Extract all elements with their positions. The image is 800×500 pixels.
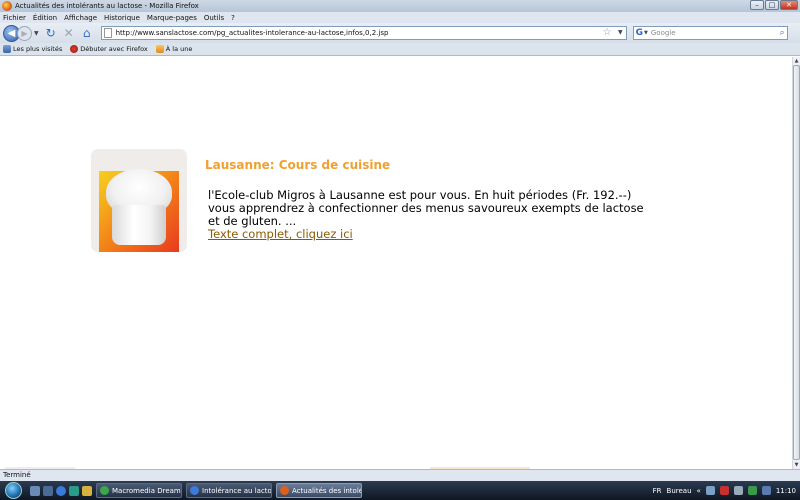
windows-logo-icon <box>4 482 22 499</box>
menu-file[interactable]: Fichier <box>3 14 26 22</box>
task-label: Intolérance au lacto... <box>202 486 272 495</box>
switch-windows-icon[interactable] <box>43 485 53 496</box>
language-indicator[interactable]: FR <box>653 487 662 495</box>
task-label: Macromedia Dream... <box>112 486 182 495</box>
task-intolerance[interactable]: Intolérance au lacto... <box>186 483 272 498</box>
google-icon[interactable]: G <box>636 28 643 38</box>
chef-hat-band <box>112 205 166 245</box>
task-firefox[interactable]: Actualités des intolé... <box>276 483 362 498</box>
bookmark-getting-started[interactable]: Débuter avec Firefox <box>70 45 148 53</box>
menu-tools[interactable]: Outils <box>204 14 224 22</box>
firefox-icon <box>280 486 289 495</box>
windows-taskbar: Macromedia Dream... Intolérance au lacto… <box>0 481 800 500</box>
stop-icon[interactable]: ✕ <box>61 25 77 41</box>
status-bar: Terminé <box>0 469 800 481</box>
search-box[interactable]: G ▼ Google ⌕ <box>632 26 788 40</box>
menu-edit[interactable]: Édition <box>33 14 57 22</box>
reload-icon[interactable]: ↻ <box>43 25 59 41</box>
task-label: Actualités des intolé... <box>292 486 362 495</box>
scroll-up-icon[interactable]: ▲ <box>793 57 800 65</box>
task-dreamweaver[interactable]: Macromedia Dream... <box>96 483 182 498</box>
arrow-right-icon: ▶ <box>21 28 28 38</box>
search-placeholder[interactable]: Google <box>651 29 676 37</box>
menu-view[interactable]: Affichage <box>64 14 97 22</box>
menu-bar: Fichier Édition Affichage Historique Mar… <box>0 12 800 23</box>
sidebar-icon[interactable] <box>761 486 771 495</box>
window-title: Actualités des intolérants au lactose - … <box>15 2 199 10</box>
quick-launch <box>30 485 92 496</box>
tray-expand-icon[interactable]: « <box>697 487 701 495</box>
forward-button[interactable]: ▶ <box>17 25 32 41</box>
url-bar[interactable]: http://www.sanslactose.com/pg_actualites… <box>100 26 627 40</box>
security-alert-icon[interactable] <box>719 486 729 495</box>
maximize-button[interactable]: □ <box>765 0 779 10</box>
arrow-left-icon: ◀ <box>7 27 16 39</box>
desktop-toolbar-label[interactable]: Bureau <box>667 487 692 495</box>
menu-bookmarks[interactable]: Marque-pages <box>147 14 197 22</box>
navigation-toolbar: ◀ ▶ ▼ ↻ ✕ ⌂ http://www.sanslactose.com/p… <box>0 23 800 43</box>
bookmark-label: À la une <box>165 45 193 53</box>
article-body: l'Ecole-club Migros à Lausanne est pour … <box>208 188 644 228</box>
bookmark-star-icon[interactable]: ☆ <box>603 27 612 39</box>
close-button[interactable]: ✕ <box>780 0 798 10</box>
url-dropdown-icon[interactable]: ▼ <box>618 27 623 39</box>
minimize-button[interactable]: – <box>750 0 764 10</box>
volume-icon[interactable] <box>733 486 743 495</box>
folder-icon[interactable] <box>82 485 92 496</box>
menu-history[interactable]: Historique <box>104 14 140 22</box>
home-icon[interactable]: ⌂ <box>79 25 95 41</box>
bookmark-label: Débuter avec Firefox <box>80 45 148 53</box>
internet-explorer-icon[interactable] <box>56 485 66 496</box>
rss-feed-icon <box>155 45 164 53</box>
system-tray: FR Bureau « 11:10 <box>653 481 800 500</box>
dreamweaver-icon <box>100 486 109 495</box>
page-content: Lausanne: Cours de cuisine l'Ecole-club … <box>0 57 792 469</box>
firefox-start-icon <box>70 45 79 53</box>
bookmark-headlines[interactable]: À la une <box>155 45 193 53</box>
scrollbar-thumb[interactable] <box>793 65 800 460</box>
firefox-icon <box>2 1 12 11</box>
menu-help[interactable]: ? <box>231 14 235 22</box>
show-desktop-icon[interactable] <box>30 485 40 496</box>
bookmark-label: Les plus visités <box>13 45 63 53</box>
search-engine-dropdown-icon[interactable]: ▼ <box>644 30 648 36</box>
window-titlebar: Actualités des intolérants au lactose - … <box>0 0 800 12</box>
url-text[interactable]: http://www.sanslactose.com/pg_actualites… <box>116 29 389 37</box>
article-title: Lausanne: Cours de cuisine <box>205 158 391 172</box>
app-tray-icon[interactable] <box>747 486 757 495</box>
chef-hat-image <box>91 149 187 252</box>
bookmark-most-visited[interactable]: Les plus visités <box>3 45 62 53</box>
page-icon <box>103 28 112 38</box>
media-player-icon[interactable] <box>69 485 79 496</box>
clock[interactable]: 11:10 <box>776 487 796 495</box>
scroll-down-icon[interactable]: ▼ <box>793 461 800 469</box>
start-button[interactable] <box>0 481 26 500</box>
history-dropdown-icon[interactable]: ▼ <box>34 30 39 37</box>
read-more-link[interactable]: Texte complet, cliquez ici <box>208 227 353 241</box>
vertical-scrollbar[interactable]: ▲ ▼ <box>792 57 800 469</box>
search-icon[interactable]: ⌕ <box>780 27 785 39</box>
bookmarks-toolbar: Les plus visités Débuter avec Firefox À … <box>0 43 800 56</box>
most-visited-icon <box>3 45 11 53</box>
window-controls: – □ ✕ <box>750 0 798 10</box>
network-icon[interactable] <box>705 486 715 495</box>
internet-explorer-icon <box>190 486 199 495</box>
